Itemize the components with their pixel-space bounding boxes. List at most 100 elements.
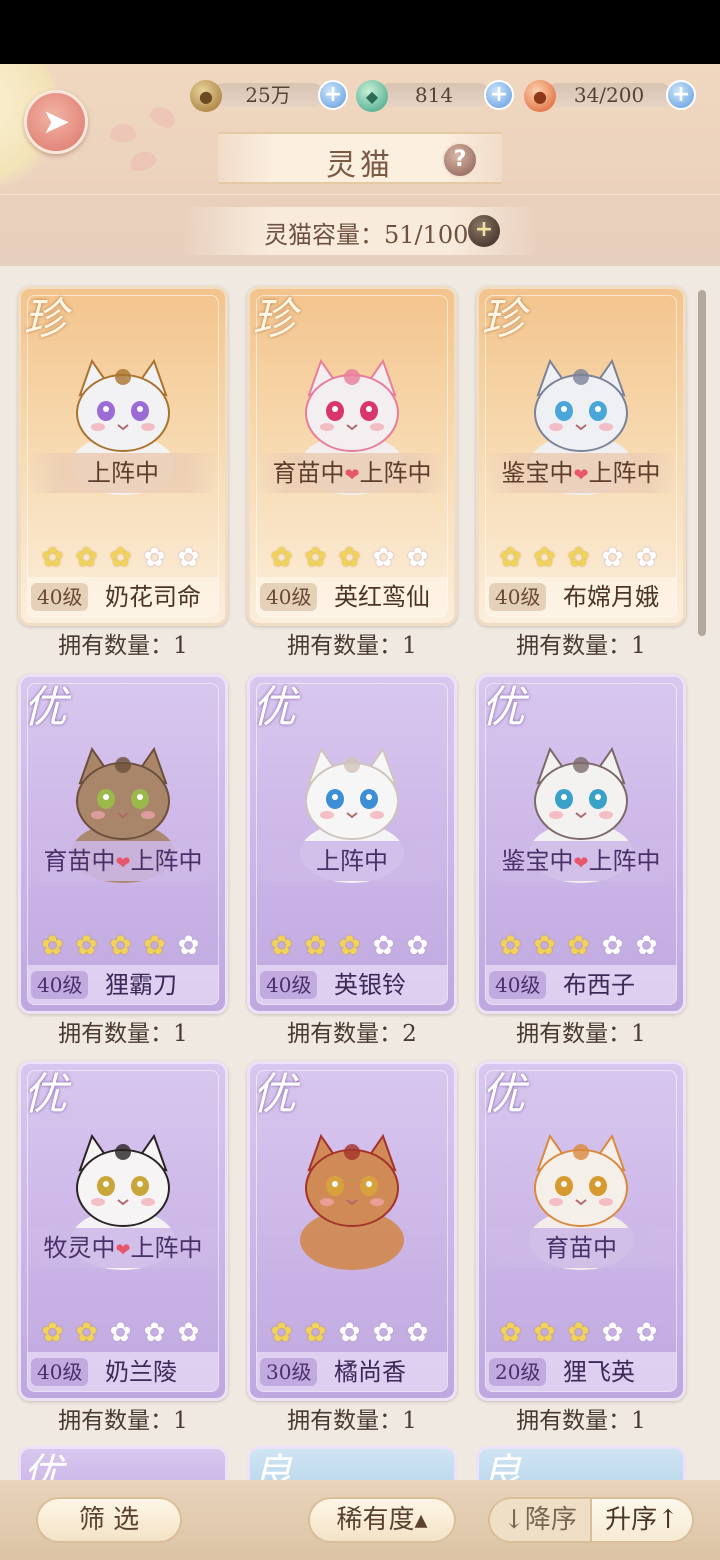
star-filled-icon: ✿ [567,931,590,961]
owned-count: 拥有数量：1 [516,1021,646,1047]
owned-count: 拥有数量：1 [58,1408,188,1434]
status-band: 上阵中 [27,453,219,493]
resource-food: ● 34/200 + [524,80,696,112]
scrollbar[interactable] [698,290,706,636]
sort-descending-button[interactable]: ↓降序 [490,1499,590,1541]
star-filled-icon: ✿ [567,543,590,573]
star-rating: ✿ ✿ ✿ ✿ ✿ [495,931,662,962]
star-empty-icon: ✿ [338,1318,361,1348]
level-badge: 30级 [260,1358,318,1386]
heart-icon: ❤ [344,465,360,486]
status-band: 育苗中 [485,1228,677,1268]
cat-card[interactable]: 优 牧灵中❤上阵中 ✿ ✿ ✿ ✿ ✿ 40级 奶兰陵 [18,1061,228,1401]
level-row: 30级 橘尚香 [256,1352,448,1392]
rarity-sort-button[interactable]: 稀有度▴ [308,1497,456,1543]
title-plate: 灵猫 ? [218,132,502,184]
star-filled-icon: ✿ [338,931,361,961]
level-row: 40级 奶兰陵 [27,1352,219,1392]
star-empty-icon: ✿ [635,1318,658,1348]
star-empty-icon: ✿ [635,543,658,573]
cat-card-partial[interactable]: 良 [476,1446,686,1480]
level-row: 40级 英银铃 [256,965,448,1005]
star-filled-icon: ✿ [75,931,98,961]
heart-icon: ❤ [573,465,589,486]
heart-icon: ❤ [573,853,589,874]
star-rating: ✿ ✿ ✿ ✿ ✿ [266,543,433,574]
star-empty-icon: ✿ [635,931,658,961]
rarity-badge: 优 [23,1451,63,1480]
rarity-badge: 珍 [481,294,525,345]
star-filled-icon: ✿ [304,1318,327,1348]
level-badge: 40级 [489,583,547,611]
star-empty-icon: ✿ [406,931,429,961]
level-badge: 40级 [31,971,89,999]
cat-portrait [300,1133,404,1270]
star-empty-icon: ✿ [372,543,395,573]
cat-name: 英银铃 [334,971,406,999]
star-filled-icon: ✿ [109,543,132,573]
status-text: 上阵中 [87,459,159,487]
status-bar [0,0,720,64]
add-jade-button[interactable]: + [484,80,514,110]
star-rating: ✿ ✿ ✿ ✿ ✿ [266,931,433,962]
level-row: 40级 英红鸾仙 [256,577,448,617]
status-left: 牧灵中 [43,1234,116,1262]
rarity-badge: 优 [481,682,525,733]
owned-count: 拥有数量：1 [58,633,188,659]
cat-name: 奶兰陵 [105,1358,177,1386]
status-left: 鉴宝中 [501,459,574,487]
capacity-bar: 灵猫容量：51/100 + [0,194,720,266]
star-filled-icon: ✿ [499,543,522,573]
star-empty-icon: ✿ [177,543,200,573]
star-empty-icon: ✿ [601,1318,624,1348]
cat-card[interactable]: 优 育苗中 ✿ ✿ ✿ ✿ ✿ 20级 狸飞英 [476,1061,686,1401]
cat-card-partial[interactable]: 优 [18,1446,228,1480]
cat-card[interactable]: 优 育苗中❤上阵中 ✿ ✿ ✿ ✿ ✿ 40级 狸霸刀 [18,674,228,1014]
cat-grid[interactable]: 珍 上阵中 ✿ ✿ ✿ ✿ ✿ 40级 奶花司命 拥有数量：1 珍 育苗中❤上阵… [0,266,720,1480]
star-filled-icon: ✿ [41,543,64,573]
rarity-badge: 优 [481,1069,525,1120]
back-arrow-icon: ➤ [41,102,71,142]
level-badge: 20级 [489,1358,547,1386]
rarity-badge: 优 [252,1069,296,1120]
status-left: 鉴宝中 [501,847,574,875]
expand-capacity-button[interactable]: + [468,215,500,247]
star-filled-icon: ✿ [499,1318,522,1348]
sort-order-toggle: ↓降序 升序↑ [488,1497,694,1543]
cat-card[interactable]: 珍 育苗中❤上阵中 ✿ ✿ ✿ ✿ ✿ 40级 英红鸾仙 [247,286,457,626]
cat-name: 英红鸾仙 [334,583,430,611]
resource-coins-value: 25万 [212,83,324,107]
star-rating: ✿ ✿ ✿ ✿ ✿ [37,1318,204,1349]
rarity-badge: 优 [23,1069,67,1120]
help-button[interactable]: ? [442,142,478,178]
owned-count: 拥有数量：2 [287,1021,417,1047]
filter-button[interactable]: 筛 选 [36,1497,182,1543]
status-left: 育苗中 [272,459,345,487]
cat-name: 橘尚香 [334,1358,406,1386]
cat-card[interactable]: 优 上阵中 ✿ ✿ ✿ ✿ ✿ 40级 英银铃 [247,674,457,1014]
star-empty-icon: ✿ [177,931,200,961]
add-coins-button[interactable]: + [318,80,348,110]
sort-ascending-button[interactable]: 升序↑ [592,1499,692,1541]
resource-jade: ◆ 814 + [356,80,514,112]
cat-card[interactable]: 优 ✿ ✿ ✿ ✿ ✿ 30级 橘尚香 [247,1061,457,1401]
cat-card[interactable]: 珍 鉴宝中❤上阵中 ✿ ✿ ✿ ✿ ✿ 40级 布嫦月娥 [476,286,686,626]
status-right: 上阵中 [130,847,203,875]
star-empty-icon: ✿ [143,543,166,573]
cat-card-partial[interactable]: 良 [247,1446,457,1480]
food-bowl-icon: ● [524,80,556,112]
petal-decoration [147,102,179,132]
star-empty-icon: ✿ [601,543,624,573]
petal-decoration [127,148,159,174]
star-empty-icon: ✿ [143,1318,166,1348]
back-button[interactable]: ➤ [24,90,88,154]
cat-card[interactable]: 优 鉴宝中❤上阵中 ✿ ✿ ✿ ✿ ✿ 40级 布西子 [476,674,686,1014]
owned-count: 拥有数量：1 [516,633,646,659]
status-right: 上阵中 [588,459,661,487]
status-band: 育苗中❤上阵中 [27,841,219,881]
header: ➤ ● 25万 + ◆ 814 + ● 34/200 + 灵猫 ? 灵猫容量：5… [0,64,720,266]
star-filled-icon: ✿ [533,1318,556,1348]
add-food-button[interactable]: + [666,80,696,110]
level-badge: 40级 [31,1358,89,1386]
cat-card[interactable]: 珍 上阵中 ✿ ✿ ✿ ✿ ✿ 40级 奶花司命 [18,286,228,626]
